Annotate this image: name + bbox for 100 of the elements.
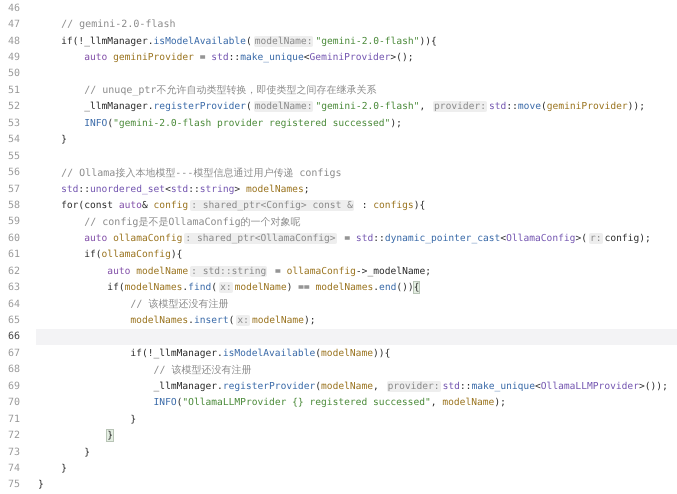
string-literal: "OllamaLLMProvider {} registered successed" bbox=[182, 397, 431, 408]
inlay-hint: modelName: bbox=[254, 36, 314, 47]
variable-name: modelName bbox=[321, 348, 374, 359]
variable-name: config bbox=[154, 200, 188, 211]
keyword: auto bbox=[118, 200, 142, 211]
code-text: config); bbox=[604, 232, 651, 244]
code-text: } bbox=[38, 479, 44, 490]
type-name: OllamaLLMProvider bbox=[540, 380, 639, 392]
code-text: )); bbox=[628, 101, 645, 112]
function-name: dynamic_pointer_cast bbox=[384, 232, 500, 244]
code-text: = bbox=[274, 266, 282, 277]
code-text: if(!_llmManager. bbox=[61, 36, 154, 47]
matched-brace: { bbox=[414, 282, 420, 294]
code-text: } bbox=[61, 462, 67, 474]
variable-name: modelNames bbox=[246, 184, 304, 195]
code-text: = bbox=[343, 232, 352, 244]
variable-name: ollamaConfig bbox=[113, 232, 182, 244]
type-name: std bbox=[489, 101, 506, 112]
code-text: :: bbox=[373, 232, 385, 244]
comment: // Ollama接入本地模型---模型信息通过用户传递 configs bbox=[61, 166, 342, 180]
code-text: . bbox=[373, 282, 380, 294]
variable-name: configs bbox=[373, 200, 414, 211]
code-text: >( bbox=[575, 232, 587, 244]
inlay-hint: r: bbox=[589, 232, 603, 244]
inlay-hint: provider: bbox=[386, 380, 441, 392]
code-text: , bbox=[419, 101, 426, 112]
inlay-hint: : std::string bbox=[190, 266, 268, 277]
code-text: if(!_llmManager. bbox=[130, 348, 223, 359]
variable-name: modelName bbox=[442, 397, 494, 408]
inlay-hint: : shared_ptr<OllamaConfig> bbox=[184, 232, 337, 244]
variable-name: modelName bbox=[136, 266, 188, 277]
keyword: auto bbox=[84, 52, 108, 64]
code-text: . bbox=[182, 282, 188, 294]
code-text: ( bbox=[211, 282, 218, 294]
code-text: >(); bbox=[390, 52, 414, 64]
code-text: if( bbox=[84, 249, 102, 260]
code-text: ); bbox=[304, 315, 316, 326]
string-literal: "gemini-2.0-flash provider registered successed" bbox=[113, 118, 390, 129]
code-text: < bbox=[500, 232, 506, 244]
type-name: string bbox=[200, 184, 234, 195]
code-text: _llmManager. bbox=[84, 101, 154, 112]
type-name: std bbox=[61, 184, 78, 195]
comment: // gemini-2.0-flash bbox=[61, 19, 176, 30]
comment: // 该模型还没有注册 bbox=[154, 364, 252, 377]
type-name: std bbox=[211, 52, 229, 64]
code-text: ( bbox=[541, 101, 547, 112]
function-name: INFO bbox=[84, 118, 108, 129]
matched-brace: } bbox=[107, 430, 114, 442]
code-text: & bbox=[142, 200, 149, 211]
string-literal: "gemini-2.0-flash" bbox=[315, 36, 420, 47]
type-name: OllamaConfig bbox=[506, 232, 576, 244]
code-text: } bbox=[84, 446, 90, 458]
code-text: :: bbox=[506, 101, 518, 112]
keyword: auto bbox=[84, 232, 108, 244]
inlay-hint: modelName: bbox=[254, 101, 314, 112]
code-text: > bbox=[234, 184, 242, 195]
code-text: ) == bbox=[286, 282, 311, 294]
code-text: < bbox=[304, 52, 310, 64]
code-text: ( bbox=[315, 348, 322, 359]
variable-name: geminiProvider bbox=[546, 101, 628, 112]
code-text: )){ bbox=[373, 348, 390, 359]
function-name: registerProvider bbox=[222, 380, 316, 392]
inlay-hint: provider: bbox=[433, 101, 487, 112]
function-name: INFO bbox=[154, 397, 177, 408]
comment: // config是不是OllamaConfig的一个对象呢 bbox=[84, 216, 301, 229]
code-text: ->_modelName; bbox=[356, 266, 431, 277]
function-name: move bbox=[518, 101, 541, 112]
type-name: unordered_set bbox=[90, 184, 166, 195]
inlay-hint: x: bbox=[236, 315, 250, 326]
variable-name: modelName bbox=[321, 380, 374, 392]
variable-name: ollamaConfig bbox=[102, 249, 171, 260]
line-number: 66 bbox=[0, 328, 36, 346]
variable-name: geminiProvider bbox=[113, 52, 194, 64]
variable-name: ollamaConfig bbox=[286, 266, 356, 277]
string-literal: "gemini-2.0-flash" bbox=[315, 101, 420, 112]
variable-name: modelName bbox=[252, 315, 304, 326]
code-text: ( bbox=[246, 36, 252, 47]
variable-name: modelNames bbox=[130, 315, 188, 326]
code-text: < bbox=[165, 184, 171, 195]
inlay-hint: : shared_ptr<Config> const & bbox=[190, 200, 354, 211]
code-text: < bbox=[535, 380, 541, 392]
function-name: isModelAvailable bbox=[222, 348, 316, 359]
function-name: make_unique bbox=[471, 380, 535, 392]
type-name: std bbox=[356, 232, 374, 244]
function-name: end bbox=[379, 282, 396, 294]
code-text: ()) bbox=[396, 282, 414, 294]
variable-name: modelNames bbox=[124, 282, 182, 294]
code-text: for(const bbox=[61, 200, 114, 211]
code-text: :: bbox=[460, 380, 472, 392]
code-text: :: bbox=[78, 184, 90, 195]
variable-name: modelNames bbox=[316, 282, 374, 294]
type-name: std bbox=[170, 184, 188, 195]
function-name: insert bbox=[194, 315, 229, 326]
code-text: = bbox=[198, 52, 207, 64]
code-text: ){ bbox=[414, 200, 426, 211]
function-name: find bbox=[188, 282, 212, 294]
type-name: GeminiProvider bbox=[310, 52, 390, 64]
code-text: _llmManager. bbox=[154, 380, 223, 392]
function-name: make_unique bbox=[240, 52, 304, 64]
inlay-hint: x: bbox=[219, 282, 233, 294]
